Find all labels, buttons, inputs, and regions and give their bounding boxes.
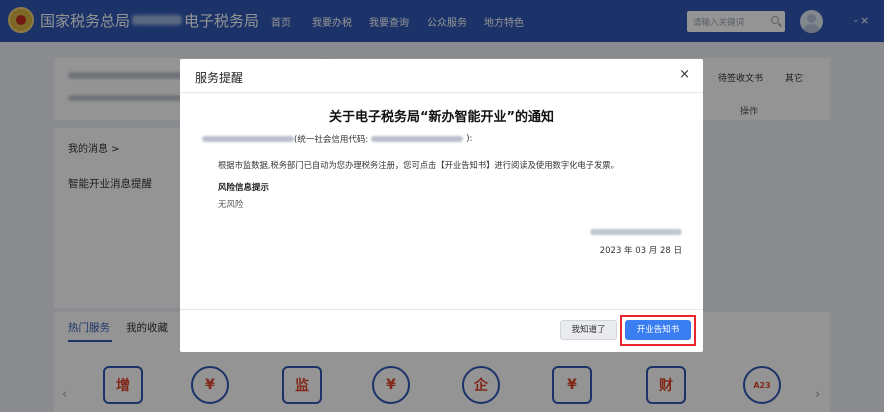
notice-title: 关于电子税务局“新办智能开业”的通知 (328, 110, 555, 125)
risk-info-heading: 风险信息提示 (218, 183, 270, 193)
notice-body: 根据市监数据,税务部门已自动为您办理税务注册，您可点击【开业告知书】进行阅读及使… (218, 160, 619, 170)
credit-code-redacted (371, 136, 464, 142)
got-it-button[interactable]: 我知道了 (560, 320, 617, 340)
credit-code-suffix: ): (466, 134, 473, 144)
modal-footer-divider (180, 309, 703, 310)
service-reminder-modal: 服务提醒 × 关于电子税务局“新办智能开业”的通知 (统一社会信用代码: ): … (180, 59, 703, 352)
recipient-line: (统一社会信用代码: ): (202, 133, 472, 145)
modal-close-icon[interactable]: × (679, 67, 690, 82)
highlight-frame (620, 315, 696, 346)
company-name-redacted (202, 136, 294, 142)
modal-header-divider (180, 92, 703, 93)
notice-date: 2023 年 03 月 28 日 (599, 246, 682, 256)
modal-title: 服务提醒 (195, 71, 244, 85)
risk-info-value: 无风险 (218, 200, 244, 210)
credit-code-prefix: (统一社会信用代码: (294, 135, 369, 145)
issuer-redacted (590, 229, 682, 235)
